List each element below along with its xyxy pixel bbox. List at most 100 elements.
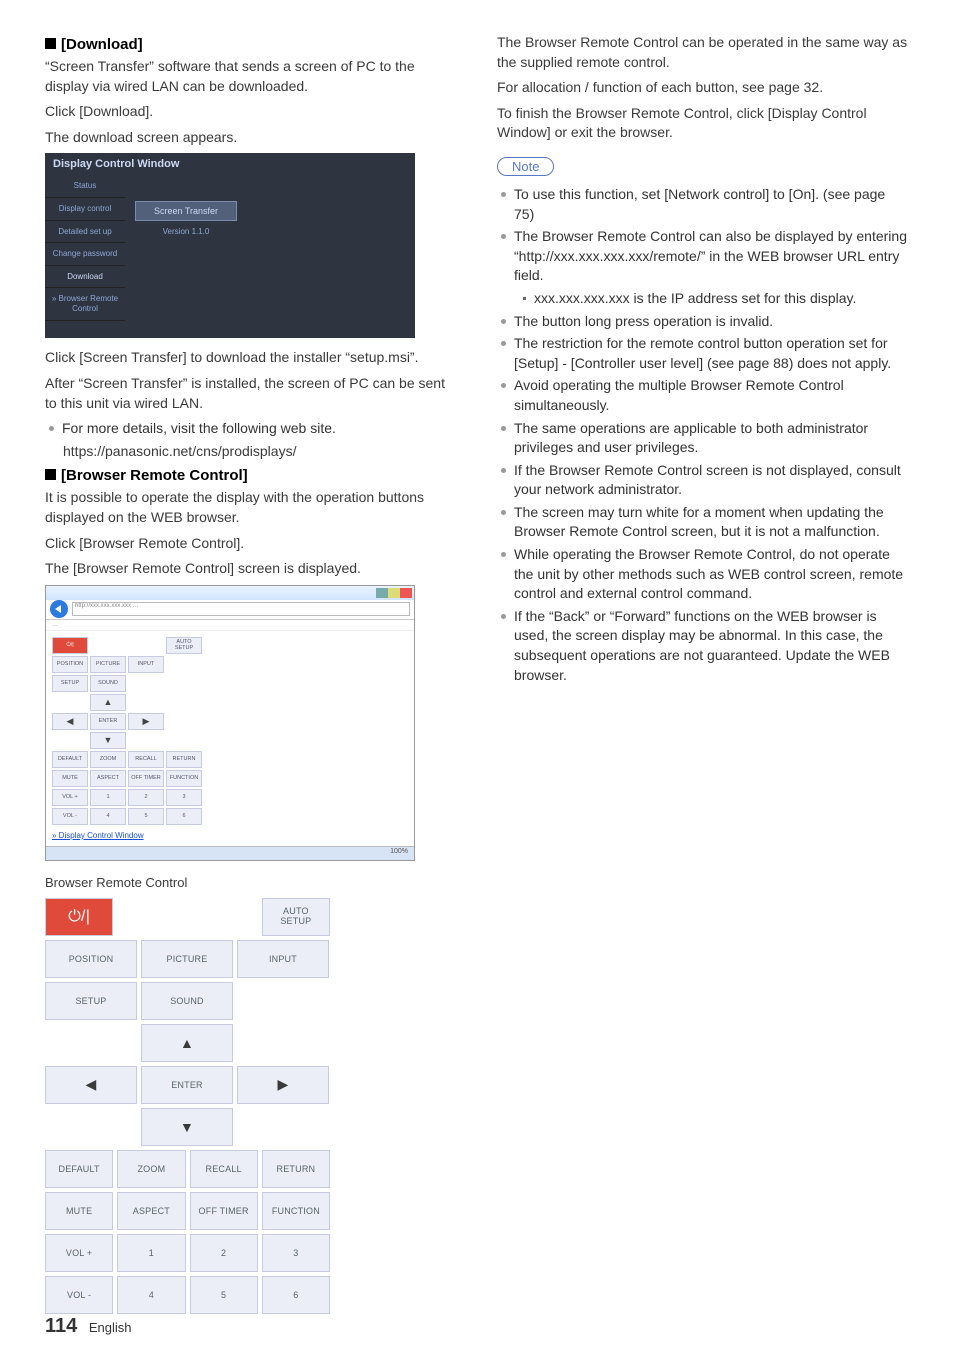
download-p3: The download screen appears.	[45, 128, 457, 148]
up-button[interactable]: ▲	[141, 1024, 233, 1062]
browser-toolbar: http://xxx.xxx.xxx.xxx …	[46, 600, 414, 620]
mini-n5-button[interactable]: 5	[128, 808, 164, 825]
mini-left-button[interactable]: ◀	[52, 713, 88, 730]
dcw-sidebar: Status Display control Detailed set up C…	[45, 175, 125, 320]
num-6-button[interactable]: 6	[262, 1276, 330, 1314]
display-control-window-link[interactable]: » Display Control Window	[52, 831, 408, 840]
down-button[interactable]: ▼	[141, 1108, 233, 1146]
position-button[interactable]: POSITION	[45, 940, 137, 978]
mini-n4-button[interactable]: 4	[90, 808, 126, 825]
mini-down-button[interactable]: ▼	[90, 732, 126, 749]
mini-right-button[interactable]: ▶	[128, 713, 164, 730]
mini-picture-button[interactable]: PICTURE	[90, 656, 126, 673]
input-button[interactable]: INPUT	[237, 940, 329, 978]
default-button[interactable]: DEFAULT	[45, 1150, 113, 1188]
screen-transfer-button[interactable]: Screen Transfer	[135, 201, 237, 221]
dcw-sb-status[interactable]: Status	[45, 175, 125, 198]
note-text-3: The restriction for the remote control b…	[514, 334, 909, 373]
note-text-4: Avoid operating the multiple Browser Rem…	[514, 376, 909, 415]
zoom-button[interactable]: ZOOM	[117, 1150, 185, 1188]
mini-zoom-button[interactable]: ZOOM	[90, 751, 126, 768]
brc-heading: [Browser Remote Control]	[45, 467, 457, 484]
right-p2: For allocation / function of each button…	[497, 78, 909, 98]
num-4-button[interactable]: 4	[117, 1276, 185, 1314]
mini-up-button[interactable]: ▲	[90, 694, 126, 711]
function-button[interactable]: FUNCTION	[262, 1192, 330, 1230]
offtimer-button[interactable]: OFF TIMER	[190, 1192, 258, 1230]
mini-function-button[interactable]: FUNCTION	[166, 770, 202, 787]
browser-screenshot: http://xxx.xxx.xxx.xxx … … ⏻/| AUTO SETU…	[45, 585, 415, 861]
rp-row-1: ⏻/| AUTO SETUP	[45, 898, 330, 936]
dcw-sb-download[interactable]: Download	[45, 266, 125, 289]
left-button[interactable]: ◀	[45, 1066, 137, 1104]
mini-recall-button[interactable]: RECALL	[128, 751, 164, 768]
bullet-icon	[501, 341, 506, 346]
mini-autosetup-button[interactable]: AUTO SETUP	[166, 637, 202, 654]
rp-row-d: VOL - 4 5 6	[45, 1276, 330, 1314]
mini-voldown-button[interactable]: VOL -	[52, 808, 88, 825]
download-p4: Click [Screen Transfer] to download the …	[45, 348, 457, 368]
return-button[interactable]: RETURN	[262, 1150, 330, 1188]
mini-default-button[interactable]: DEFAULT	[52, 751, 88, 768]
dcw-main: Screen Transfer Version 1.1.0	[135, 201, 237, 236]
dcw-sb-browser-remote[interactable]: » Browser Remote Control	[45, 288, 125, 320]
vol-up-button[interactable]: VOL +	[45, 1234, 113, 1272]
bullet-icon	[501, 426, 506, 431]
aspect-button[interactable]: ASPECT	[117, 1192, 185, 1230]
rp-row-b: MUTE ASPECT OFF TIMER FUNCTION	[45, 1192, 330, 1230]
bullet-icon	[501, 192, 506, 197]
download-p2: Click [Download].	[45, 102, 457, 122]
recall-button[interactable]: RECALL	[190, 1150, 258, 1188]
browser-back-icon[interactable]	[50, 600, 68, 618]
sound-button[interactable]: SOUND	[141, 982, 233, 1020]
mini-volup-button[interactable]: VOL +	[52, 789, 88, 806]
num-3-button[interactable]: 3	[262, 1234, 330, 1272]
note-pill: Note	[497, 157, 554, 176]
mini-n1-button[interactable]: 1	[90, 789, 126, 806]
right-button[interactable]: ▶	[237, 1066, 329, 1104]
download-bullet-1-text: For more details, visit the following we…	[62, 419, 457, 439]
note-text-6: If the Browser Remote Control screen is …	[514, 461, 909, 500]
bullet-icon	[501, 383, 506, 388]
subnote-text: xxx.xxx.xxx.xxx is the IP address set fo…	[534, 289, 909, 309]
mini-n2-button[interactable]: 2	[128, 789, 164, 806]
note-text-1: The Browser Remote Control can also be d…	[514, 227, 909, 286]
remote-panel: ⏻/| AUTO SETUP POSITION PICTURE INPUT SE…	[45, 898, 330, 1314]
brc-p6: It is possible to operate the display wi…	[45, 488, 457, 527]
mini-return-button[interactable]: RETURN	[166, 751, 202, 768]
rp-row-a: DEFAULT ZOOM RECALL RETURN	[45, 1150, 330, 1188]
note-item-6: If the Browser Remote Control screen is …	[497, 461, 909, 500]
vol-down-button[interactable]: VOL -	[45, 1276, 113, 1314]
note-text-9: If the “Back” or “Forward” functions on …	[514, 607, 909, 685]
num-5-button[interactable]: 5	[190, 1276, 258, 1314]
mini-n3-button[interactable]: 3	[166, 789, 202, 806]
mini-offtimer-button[interactable]: OFF TIMER	[128, 770, 164, 787]
browser-url-field[interactable]: http://xxx.xxx.xxx.xxx …	[72, 602, 410, 616]
setup-button[interactable]: SETUP	[45, 982, 137, 1020]
mini-position-button[interactable]: POSITION	[52, 656, 88, 673]
note-item-1: The Browser Remote Control can also be d…	[497, 227, 909, 286]
browser-titlebar	[46, 586, 414, 600]
mini-power-button[interactable]: ⏻/|	[52, 637, 88, 654]
mini-setup-button[interactable]: SETUP	[52, 675, 88, 692]
dcw-sb-display-control[interactable]: Display control	[45, 198, 125, 221]
subnote-item: xxx.xxx.xxx.xxx is the IP address set fo…	[519, 289, 909, 309]
enter-button[interactable]: ENTER	[141, 1066, 233, 1104]
mute-button[interactable]: MUTE	[45, 1192, 113, 1230]
mini-n6-button[interactable]: 6	[166, 808, 202, 825]
mini-sound-button[interactable]: SOUND	[90, 675, 126, 692]
num-1-button[interactable]: 1	[117, 1234, 185, 1272]
mini-enter-button[interactable]: ENTER	[90, 713, 126, 730]
num-2-button[interactable]: 2	[190, 1234, 258, 1272]
mini-mute-button[interactable]: MUTE	[52, 770, 88, 787]
picture-button[interactable]: PICTURE	[141, 940, 233, 978]
auto-setup-button[interactable]: AUTO SETUP	[262, 898, 330, 936]
left-arrow-icon: ◀	[86, 1076, 97, 1093]
dcw-sb-detailed-setup[interactable]: Detailed set up	[45, 221, 125, 244]
note-item-7: The screen may turn white for a moment w…	[497, 503, 909, 542]
bullet-icon	[501, 319, 506, 324]
dcw-sb-change-password[interactable]: Change password	[45, 243, 125, 266]
mini-aspect-button[interactable]: ASPECT	[90, 770, 126, 787]
mini-input-button[interactable]: INPUT	[128, 656, 164, 673]
power-button[interactable]: ⏻/|	[45, 898, 113, 936]
